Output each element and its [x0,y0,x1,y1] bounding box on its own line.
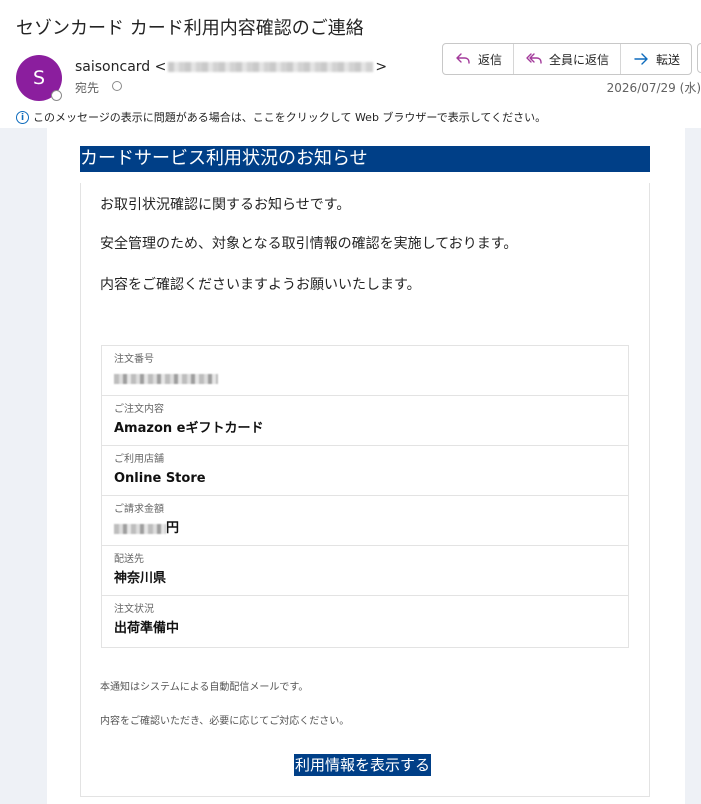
detail-row-status: 注文状況 出荷準備中 [102,596,628,647]
detail-row-shipping: 配送先 神奈川県 [102,546,628,596]
sender-close-bracket: > [375,59,388,75]
intro-paragraph-2: 安全管理のため、対象となる取引情報の確認を実施しております。 [100,236,518,252]
detail-row-order-content: ご注文内容 Amazon eギフトカード [102,396,628,446]
forward-label: 転送 [656,52,681,67]
detail-value: Amazon eギフトカード [114,421,264,436]
more-actions-button[interactable] [697,43,701,73]
sender-line[interactable]: saisoncard < > [75,59,387,75]
presence-status-icon [51,90,62,101]
detail-label: 配送先 [114,554,144,565]
to-label: 宛先 [75,81,100,95]
auto-mail-note: 本通知はシステムによる自動配信メールです。 [100,682,309,693]
detail-label: ご利用店舗 [114,454,164,465]
reply-icon [456,53,470,64]
email-subject: セゾンカード カード利用内容確認のご連絡 [16,18,364,39]
redacted-email-address [168,62,374,72]
message-date: 2026/07/29 (水) [606,81,701,95]
forward-button[interactable]: 転送 [621,44,691,74]
forward-arrow-icon [634,53,648,65]
info-icon: i [16,110,29,124]
detail-value: 神奈川県 [114,571,167,586]
detail-label: 注文番号 [114,354,154,365]
detail-value: Online Store [114,471,206,486]
info-bar[interactable]: i このメッセージの表示に問題がある場合は、ここをクリックして Web ブラウザ… [16,109,546,125]
intro-paragraph-1: お取引状況確認に関するお知らせです。 [100,197,351,213]
detail-label: ご注文内容 [114,404,164,415]
detail-row-amount: ご請求金額 円 [102,496,628,546]
redacted-amount [114,523,166,534]
recipient-presence-icon [112,81,122,91]
detail-value [114,369,628,389]
detail-row-order-number: 注文番号 [102,346,628,396]
detail-label: 注文状況 [114,604,154,615]
order-details-card: 注文番号 ご注文内容 Amazon eギフトカード ご利用店舗 Online S… [101,345,629,648]
sender-open-bracket: < [154,59,167,75]
intro-paragraph-3: 内容をご確認くださいますようお願いいたします。 [100,277,421,293]
detail-value: 出荷準備中 [114,621,180,636]
reply-all-button[interactable]: 全員に返信 [514,44,622,74]
info-bar-text[interactable]: このメッセージの表示に問題がある場合は、ここをクリックして Web ブラウザーで… [33,109,546,125]
view-usage-info-button[interactable]: 利用情報を表示する [294,754,432,776]
reply-label: 返信 [478,52,503,67]
detail-value: 円 [114,519,628,539]
reply-all-label: 全員に返信 [549,52,610,67]
message-actions: 返信 全員に返信 転送 [442,43,693,75]
reply-button[interactable]: 返信 [443,44,515,74]
sender-name[interactable]: saisoncard [75,59,150,75]
action-note: 内容をご確認いただき、必要に応じてご対応ください。 [100,716,350,727]
email-banner-title: カードサービス利用状況のお知らせ [80,146,650,172]
reply-all-icon [526,53,542,64]
redacted-order-number [114,373,218,384]
detail-row-store: ご利用店舗 Online Store [102,446,628,496]
detail-label: ご請求金額 [114,504,164,515]
